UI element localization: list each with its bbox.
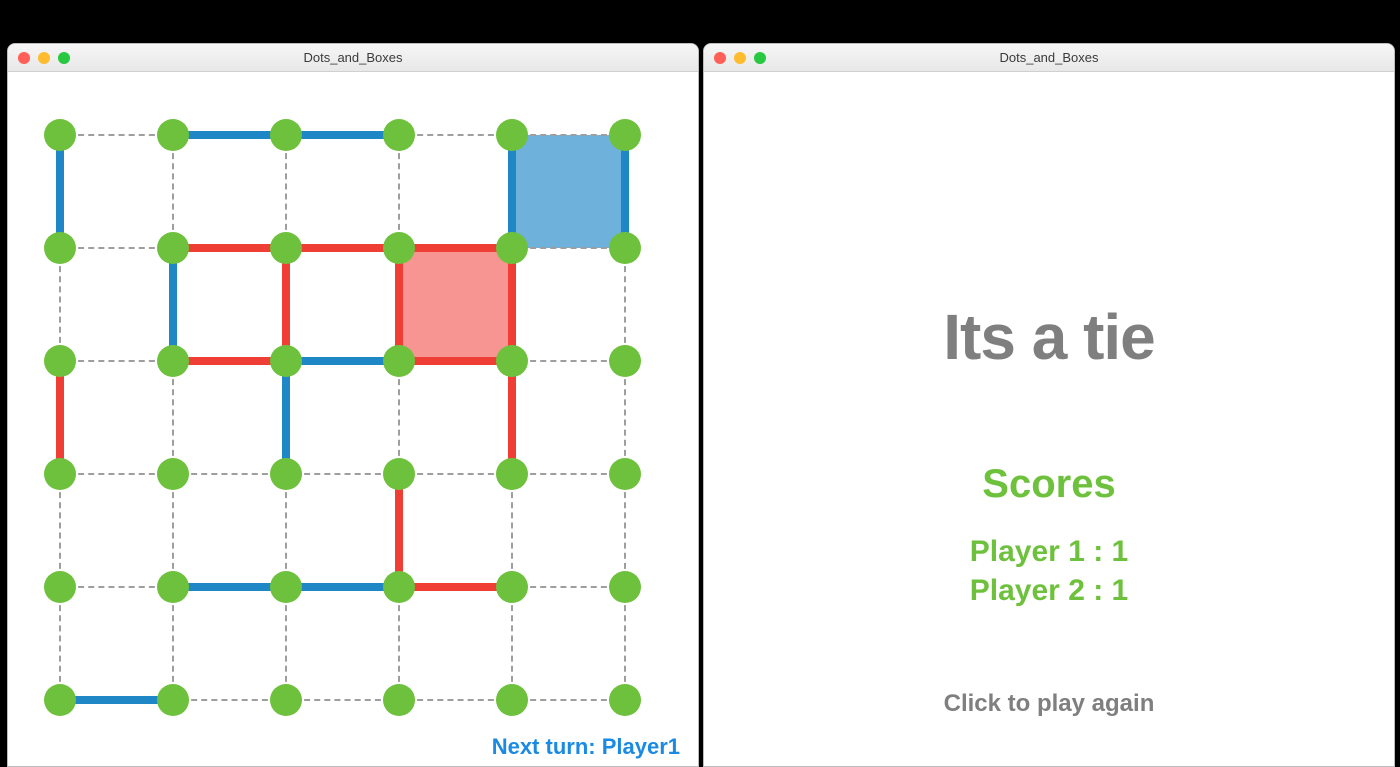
grid-dot	[157, 684, 189, 716]
h-edge[interactable]	[407, 473, 504, 475]
grid-dot	[44, 345, 76, 377]
result-area[interactable]: Its a tie Scores Player 1 : 1 Player 2 :…	[704, 72, 1394, 766]
grid-dot	[157, 571, 189, 603]
v-edge[interactable]	[172, 143, 174, 240]
grid-dot	[157, 232, 189, 264]
v-edge[interactable]	[285, 143, 287, 240]
game-board[interactable]	[35, 110, 650, 725]
h-edge[interactable]	[68, 473, 165, 475]
h-edge[interactable]	[68, 360, 165, 362]
player2-score: Player 2 : 1	[704, 571, 1394, 610]
v-edge[interactable]	[172, 482, 174, 579]
grid-dot	[496, 232, 528, 264]
grid-dot	[496, 684, 528, 716]
box-fill	[399, 248, 512, 361]
window-controls	[18, 52, 70, 64]
close-icon[interactable]	[18, 52, 30, 64]
v-edge[interactable]	[511, 595, 513, 692]
minimize-icon[interactable]	[734, 52, 746, 64]
v-edge[interactable]	[398, 369, 400, 466]
play-again-label[interactable]: Click to play again	[704, 690, 1394, 718]
grid-dot	[609, 571, 641, 603]
zoom-icon[interactable]	[58, 52, 70, 64]
grid-dot	[496, 345, 528, 377]
v-edge[interactable]	[624, 595, 626, 692]
result-headline: Its a tie	[704, 300, 1394, 374]
v-edge[interactable]	[172, 595, 174, 692]
h-edge[interactable]	[68, 247, 165, 249]
window-title: Dots_and_Boxes	[704, 50, 1394, 65]
h-edge[interactable]	[407, 134, 504, 136]
grid-dot	[496, 119, 528, 151]
game-window: Dots_and_Boxes Next turn: Player1	[7, 43, 699, 767]
grid-dot	[270, 232, 302, 264]
grid-dot	[383, 119, 415, 151]
h-edge[interactable]	[181, 699, 278, 701]
h-edge[interactable]	[520, 134, 617, 136]
v-edge[interactable]	[398, 143, 400, 240]
grid-dot	[609, 232, 641, 264]
grid-dot	[44, 458, 76, 490]
grid-dot	[609, 458, 641, 490]
grid-dot	[609, 345, 641, 377]
v-edge[interactable]	[172, 369, 174, 466]
grid-dot	[609, 684, 641, 716]
v-edge[interactable]	[285, 482, 287, 579]
result-window: Dots_and_Boxes Its a tie Scores Player 1…	[703, 43, 1395, 767]
h-edge[interactable]	[181, 473, 278, 475]
box-fill	[512, 135, 625, 248]
titlebar: Dots_and_Boxes	[8, 44, 698, 72]
h-edge[interactable]	[520, 360, 617, 362]
grid-dot	[44, 232, 76, 264]
v-edge[interactable]	[511, 482, 513, 579]
v-edge[interactable]	[59, 482, 61, 579]
grid-dot	[496, 571, 528, 603]
v-edge[interactable]	[285, 595, 287, 692]
h-edge[interactable]	[68, 134, 165, 136]
grid-dot	[270, 571, 302, 603]
grid-dot	[383, 345, 415, 377]
h-edge[interactable]	[520, 699, 617, 701]
grid-dot	[383, 684, 415, 716]
grid-dot	[496, 458, 528, 490]
v-edge[interactable]	[624, 482, 626, 579]
window-controls	[714, 52, 766, 64]
h-edge[interactable]	[520, 247, 617, 249]
h-edge[interactable]	[520, 473, 617, 475]
grid-dot	[609, 119, 641, 151]
v-edge[interactable]	[624, 256, 626, 353]
grid-dot	[270, 345, 302, 377]
v-edge[interactable]	[59, 256, 61, 353]
grid-dot	[157, 119, 189, 151]
grid-dot	[270, 119, 302, 151]
titlebar: Dots_and_Boxes	[704, 44, 1394, 72]
h-edge[interactable]	[520, 586, 617, 588]
grid-dot	[383, 571, 415, 603]
grid-dot	[44, 684, 76, 716]
grid-dot	[383, 232, 415, 264]
player1-score: Player 1 : 1	[704, 532, 1394, 571]
grid-dot	[44, 571, 76, 603]
grid-dot	[157, 458, 189, 490]
game-area: Next turn: Player1	[8, 72, 698, 766]
v-edge[interactable]	[59, 595, 61, 692]
h-edge[interactable]	[68, 586, 165, 588]
turn-indicator: Next turn: Player1	[492, 734, 680, 760]
grid-dot	[44, 119, 76, 151]
h-edge[interactable]	[294, 473, 391, 475]
window-title: Dots_and_Boxes	[8, 50, 698, 65]
grid-dot	[157, 345, 189, 377]
scores-heading: Scores	[704, 462, 1394, 507]
h-edge[interactable]	[294, 699, 391, 701]
zoom-icon[interactable]	[754, 52, 766, 64]
h-edge[interactable]	[407, 699, 504, 701]
grid-dot	[383, 458, 415, 490]
v-edge[interactable]	[624, 369, 626, 466]
score-lines: Player 1 : 1 Player 2 : 1	[704, 532, 1394, 610]
close-icon[interactable]	[714, 52, 726, 64]
v-edge[interactable]	[398, 595, 400, 692]
grid-dot	[270, 684, 302, 716]
minimize-icon[interactable]	[38, 52, 50, 64]
grid-dot	[270, 458, 302, 490]
